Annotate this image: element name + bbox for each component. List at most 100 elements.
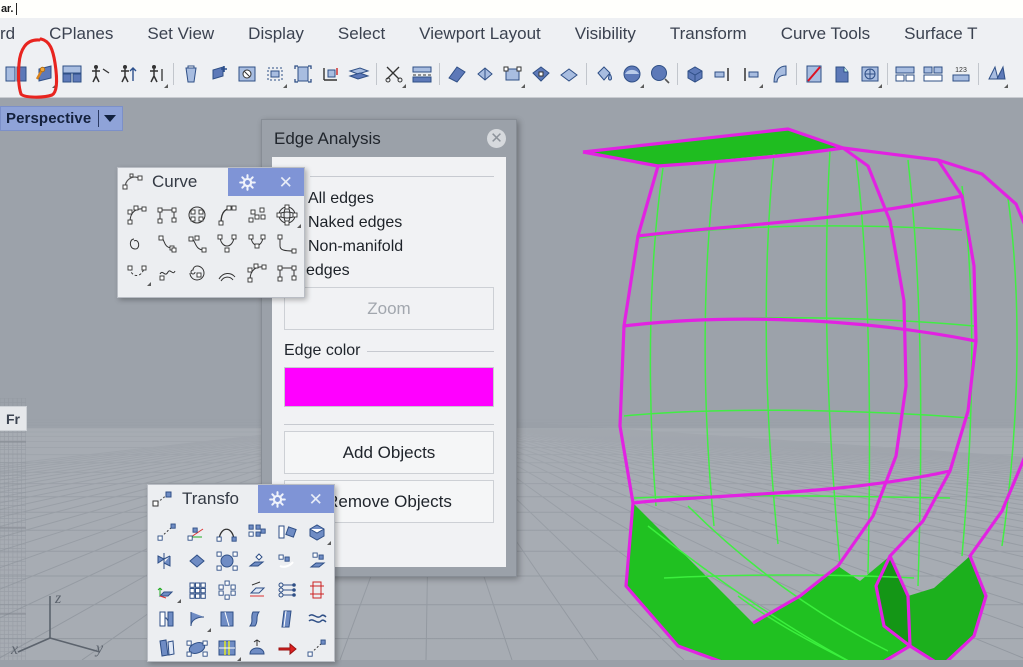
paint-bucket-icon[interactable]: [556, 59, 582, 89]
curve-toolbar-palette[interactable]: Curve ✕: [117, 167, 305, 298]
gear-icon[interactable]: [269, 490, 287, 508]
interpolate-curve-icon[interactable]: [152, 200, 182, 229]
zoom-target-icon[interactable]: [318, 59, 344, 89]
flow-along-curve-icon[interactable]: [242, 604, 272, 633]
bend-icon[interactable]: [212, 517, 242, 546]
radio-all-edges[interactable]: All edges: [286, 188, 494, 209]
box-edit-icon[interactable]: [302, 517, 332, 546]
menu-item-visibility[interactable]: Visibility: [558, 18, 653, 50]
curve-tool-16-icon[interactable]: [242, 258, 272, 287]
menu-item-surface-t[interactable]: Surface T: [887, 18, 994, 50]
curve-palette-titlebar[interactable]: Curve ✕: [118, 168, 304, 196]
surface-fin-icon[interactable]: [710, 59, 736, 89]
split-viewport-icon[interactable]: [3, 59, 29, 89]
spiral-icon[interactable]: [152, 258, 182, 287]
handlebar-curve-icon[interactable]: [152, 229, 182, 258]
direction-icon[interactable]: [983, 59, 1009, 89]
point-curve-dashed-icon[interactable]: [122, 258, 152, 287]
wave-deform-icon[interactable]: [302, 604, 332, 633]
menu-item-viewport-layout[interactable]: Viewport Layout: [402, 18, 558, 50]
curve-on-surface-icon[interactable]: [272, 200, 302, 229]
orient-icon[interactable]: [152, 575, 182, 604]
radio-non-manifold-edges[interactable]: Non-manifold: [286, 236, 494, 257]
menu-item-display[interactable]: Display: [231, 18, 321, 50]
zoom-button[interactable]: Zoom: [284, 287, 494, 330]
solid-box-icon[interactable]: 123: [948, 59, 974, 89]
gear-icon[interactable]: [239, 173, 257, 191]
plus-object-icon[interactable]: [206, 59, 232, 89]
unroll-srf-icon[interactable]: [920, 59, 946, 89]
zoom-extents-icon[interactable]: [234, 59, 260, 89]
wireframe-box-icon[interactable]: [500, 59, 526, 89]
close-icon[interactable]: ✕: [487, 129, 506, 148]
conic-icon[interactable]: [212, 200, 242, 229]
rotate3d-icon[interactable]: [212, 546, 242, 575]
rectangular-curve-icon[interactable]: [272, 229, 302, 258]
menu-item-select[interactable]: Select: [321, 18, 402, 50]
project-to-cplane-icon[interactable]: [302, 546, 332, 575]
flow-icon[interactable]: [212, 604, 242, 633]
maelstrom-icon[interactable]: [242, 633, 272, 662]
command-line-bar[interactable]: ar.: [0, 0, 1023, 19]
array-along-curve-icon[interactable]: [242, 575, 272, 604]
shear-icon[interactable]: [242, 546, 272, 575]
trash-icon[interactable]: [178, 59, 204, 89]
twist-icon[interactable]: [152, 604, 182, 633]
shade-icon[interactable]: [409, 59, 435, 89]
named-position-icon[interactable]: [87, 59, 113, 89]
menu-item-curve-tools[interactable]: Curve Tools: [764, 18, 887, 50]
control-point-curve-icon[interactable]: [122, 200, 152, 229]
zoom-selected-icon[interactable]: [290, 59, 316, 89]
close-icon[interactable]: ✕: [309, 491, 323, 508]
close-icon[interactable]: ✕: [279, 174, 293, 191]
mirror-icon[interactable]: [152, 546, 182, 575]
align-right-icon[interactable]: [682, 59, 708, 89]
rotate-icon[interactable]: [182, 546, 212, 575]
taper-icon[interactable]: [182, 604, 212, 633]
cage-edit-icon[interactable]: [182, 633, 212, 662]
move-uvn-icon[interactable]: [182, 517, 212, 546]
curvature-analysis-icon[interactable]: [738, 59, 764, 89]
dashed-display-icon[interactable]: [381, 59, 407, 89]
zoom-window-icon[interactable]: [262, 59, 288, 89]
layout-split-icon[interactable]: [829, 59, 855, 89]
ghosted-icon[interactable]: [444, 59, 470, 89]
copy-icon[interactable]: [272, 517, 302, 546]
transform-toolbar-palette[interactable]: Transfo ✕: [147, 484, 335, 662]
curve-tool-17-icon[interactable]: [272, 258, 302, 287]
viewport-tab-front[interactable]: Fr: [0, 406, 27, 431]
set-view-person-icon[interactable]: [115, 59, 141, 89]
curve-from-points-icon[interactable]: [242, 200, 272, 229]
arc-blend-icon[interactable]: [212, 258, 242, 287]
transform-palette-titlebar[interactable]: Transfo ✕: [148, 485, 334, 513]
array-along-srf-icon[interactable]: [272, 575, 302, 604]
flat-shade-icon[interactable]: [528, 59, 554, 89]
edge-analysis-icon[interactable]: [801, 59, 827, 89]
sketch-curve-icon[interactable]: [122, 229, 152, 258]
render-sphere-icon[interactable]: [591, 59, 617, 89]
view-walk-icon[interactable]: [143, 59, 169, 89]
add-objects-button[interactable]: Add Objects: [284, 431, 494, 474]
splop-icon[interactable]: [152, 633, 182, 662]
align-icon[interactable]: [647, 59, 673, 89]
layout-detail-icon[interactable]: [857, 59, 883, 89]
render-mesh-icon[interactable]: [619, 59, 645, 89]
array-icon[interactable]: [242, 517, 272, 546]
smooth-icon[interactable]: [272, 546, 302, 575]
viewport-tab-perspective[interactable]: Perspective: [0, 106, 124, 131]
menu-item-rd[interactable]: rd: [0, 18, 32, 50]
set-pt-arrow-icon[interactable]: [272, 633, 302, 662]
curve-through-points-icon[interactable]: [182, 200, 212, 229]
fit-curve-icon[interactable]: [182, 229, 212, 258]
menu-item-set-view[interactable]: Set View: [130, 18, 231, 50]
array-polar-icon[interactable]: [212, 575, 242, 604]
helix-icon[interactable]: [182, 258, 212, 287]
radio-naked-edges[interactable]: Naked edges: [286, 212, 494, 233]
parabola-vertex-icon[interactable]: [242, 229, 272, 258]
move-icon[interactable]: [152, 517, 182, 546]
array-linear-icon[interactable]: [302, 575, 332, 604]
menu-item-cplanes[interactable]: CPlanes: [32, 18, 130, 50]
parabola-icon[interactable]: [212, 229, 242, 258]
number-123-icon[interactable]: [892, 59, 918, 89]
transform-tool-29-icon[interactable]: [302, 633, 332, 662]
